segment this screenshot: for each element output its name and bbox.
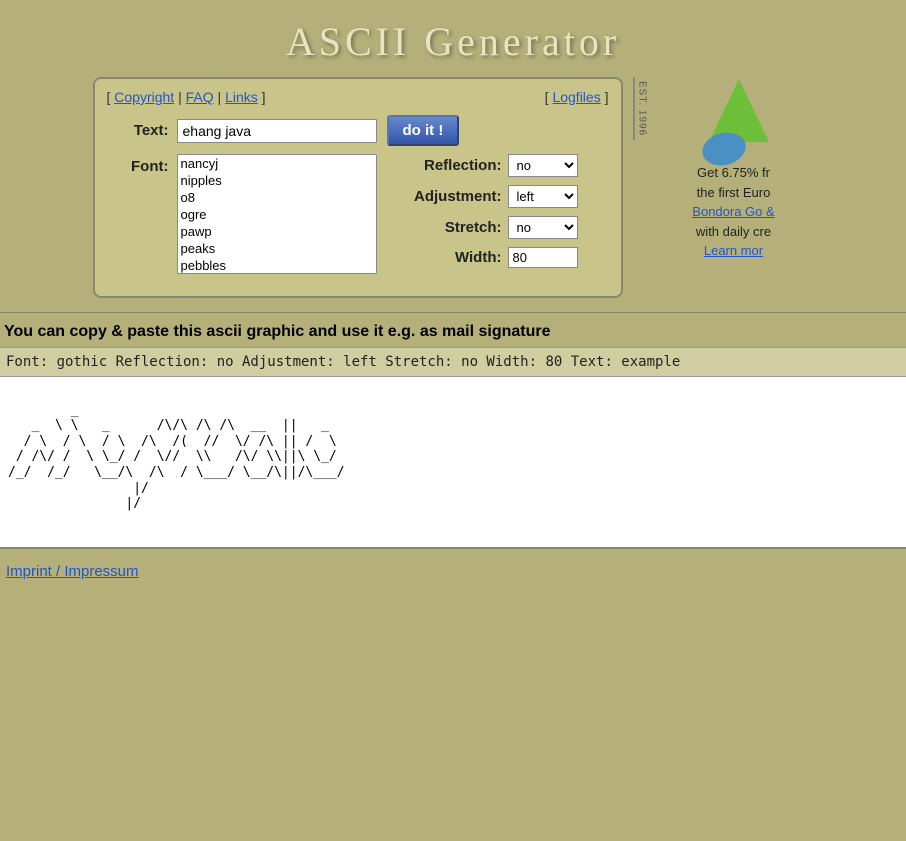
width-input[interactable]: [508, 247, 578, 268]
adjustment-row: Adjustment: left center right: [397, 185, 578, 208]
stretch-label: Stretch:: [397, 219, 502, 236]
text-label: Text:: [107, 122, 177, 139]
text-input[interactable]: [177, 119, 377, 143]
font-section: Font: nancyj nipples o8 ogre pawp peaks …: [107, 154, 377, 274]
ad-logo-svg: [694, 77, 784, 167]
ad-line2: the first Euro: [697, 185, 771, 200]
links-link[interactable]: Links: [225, 89, 258, 105]
imprint-link[interactable]: Imprint / Impressum: [6, 563, 139, 580]
font-option-pebbles[interactable]: pebbles: [178, 257, 376, 274]
copyright-link[interactable]: Copyright: [114, 89, 174, 105]
reflection-label: Reflection:: [397, 157, 502, 174]
reflection-row: Reflection: no yes: [397, 154, 578, 177]
faq-link[interactable]: FAQ: [186, 89, 214, 105]
learn-more-link[interactable]: Learn mor: [704, 243, 763, 258]
page-title: ASCII Generator: [0, 18, 906, 65]
ad-border-text: EST. 1996: [633, 77, 650, 140]
ad-line1: Get 6.75% fr: [697, 165, 770, 180]
font-option-ogre[interactable]: ogre: [178, 206, 376, 223]
width-label: Width:: [397, 249, 502, 266]
stretch-select[interactable]: no yes: [508, 216, 578, 239]
width-row: Width:: [397, 247, 578, 268]
ascii-art: _ _ \ \ _ /\/\ /\ /\ __ || _ / \ / \ / \…: [8, 403, 898, 512]
adjustment-select[interactable]: left center right: [508, 185, 578, 208]
font-label: Font:: [107, 154, 177, 175]
ascii-output: _ _ \ \ _ /\/\ /\ /\ __ || _ / \ / \ / \…: [0, 377, 906, 547]
font-option-nipples[interactable]: nipples: [178, 172, 376, 189]
options-panel: Reflection: no yes Adjustment: left cent…: [397, 154, 578, 268]
nav-left: [ Copyright | FAQ | Links ]: [107, 89, 266, 105]
nav-right-close-bracket: ]: [605, 89, 609, 105]
bondora-link[interactable]: Bondora Go &: [692, 204, 774, 219]
do-it-button[interactable]: do it !: [387, 115, 460, 146]
text-row: Text: do it !: [107, 115, 609, 146]
form-panel: [ Copyright | FAQ | Links ] [ Logfiles ]…: [93, 77, 623, 298]
ad-panel: EST. 1996 Get 6.75% fr the first Euro Bo…: [633, 77, 814, 261]
font-option-nancyj[interactable]: nancyj: [178, 155, 376, 172]
font-options-row: Font: nancyj nipples o8 ogre pawp peaks …: [107, 154, 609, 274]
adjustment-label: Adjustment:: [397, 188, 502, 205]
logfiles-link[interactable]: Logfiles: [552, 89, 600, 105]
ad-text: Get 6.75% fr the first Euro Bondora Go &…: [692, 163, 774, 261]
copy-notice: You can copy & paste this ascii graphic …: [0, 313, 906, 347]
page-header: ASCII Generator: [0, 0, 906, 77]
font-select[interactable]: nancyj nipples o8 ogre pawp peaks pebble…: [177, 154, 377, 274]
nav-links: [ Copyright | FAQ | Links ] [ Logfiles ]: [107, 89, 609, 105]
ad-logo: [694, 77, 774, 157]
ad-line4: with daily cre: [696, 224, 771, 239]
main-area: [ Copyright | FAQ | Links ] [ Logfiles ]…: [0, 77, 906, 298]
font-option-o8[interactable]: o8: [178, 189, 376, 206]
ad-content: Get 6.75% fr the first Euro Bondora Go &…: [654, 77, 814, 261]
ascii-info-bar: Font: gothic Reflection: no Adjustment: …: [0, 347, 906, 377]
nav-right: [ Logfiles ]: [545, 89, 609, 105]
footer: Imprint / Impressum: [0, 549, 906, 610]
reflection-select[interactable]: no yes: [508, 154, 578, 177]
font-option-pawp[interactable]: pawp: [178, 223, 376, 240]
nav-left-close-bracket: ]: [262, 89, 266, 105]
font-option-peaks[interactable]: peaks: [178, 240, 376, 257]
stretch-row: Stretch: no yes: [397, 216, 578, 239]
